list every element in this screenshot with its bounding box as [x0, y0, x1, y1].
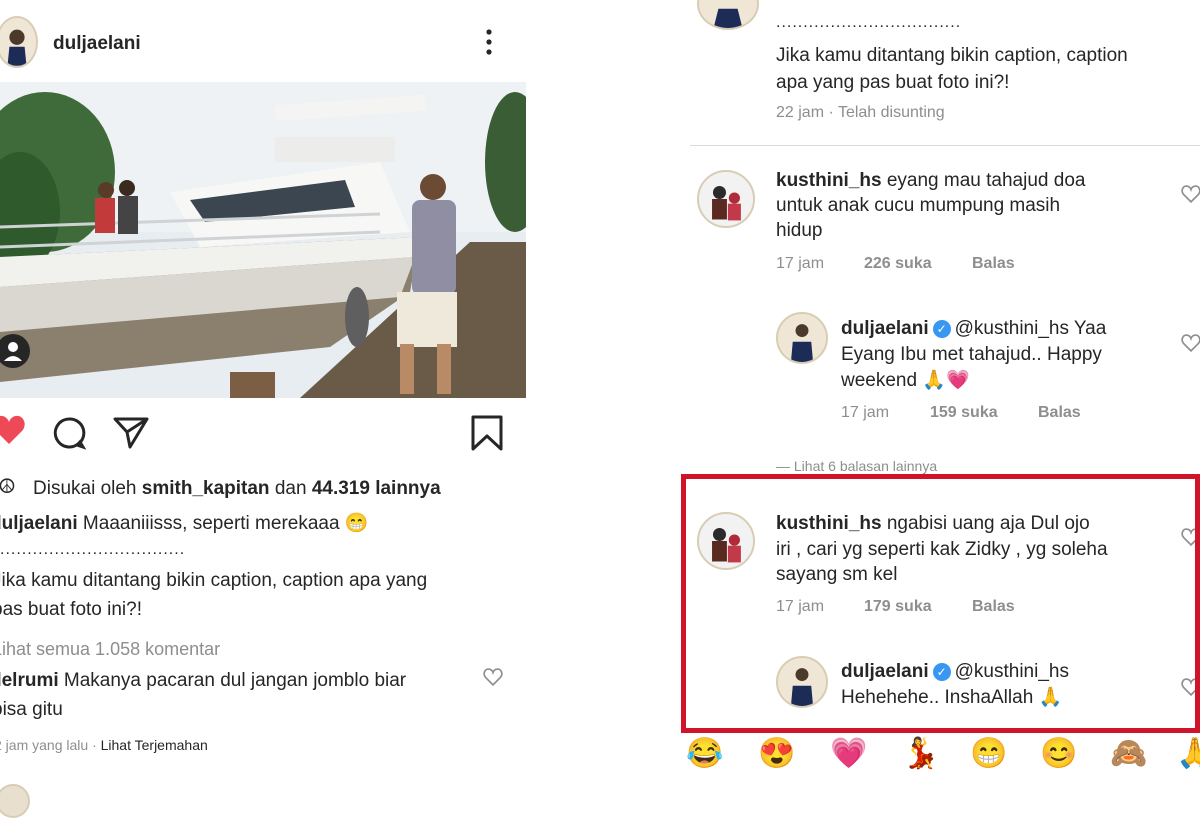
meta-separator: ·: [92, 737, 101, 753]
likes-prefix: Disukai oleh: [33, 478, 137, 499]
thread-top-dots: ..................................: [776, 14, 962, 31]
comment1-line2: untuk anak cucu mumpung masih: [776, 195, 1061, 216]
reply1-time: 17 jam: [841, 404, 890, 421]
caption-text: Maaaniiisss, seperti merekaaa 😁: [82, 513, 369, 534]
thread-divider: [690, 145, 1200, 146]
thread-top-text-line1: Jika kamu ditantang bikin caption, capti…: [776, 45, 1128, 66]
emoji-quick-bar: 😂 😍 💗 💃 😁 😊 🙈 🙏: [686, 736, 1200, 776]
thread-top-text-line2: apa yang pas buat foto ini?!: [776, 72, 1010, 93]
comment-text: Makanya pacaran dul jangan jomblo biar: [63, 670, 407, 691]
reply1-reply-button[interactable]: Balas: [1038, 404, 1081, 422]
reply1-line2: Eyang Ibu met tahajud.. Happy: [841, 344, 1102, 365]
comment1-line3: hidup: [776, 220, 823, 241]
see-translation-link[interactable]: Lihat Terjemahan: [101, 737, 208, 753]
likes-connector: dan: [274, 478, 307, 499]
view-all-comments-link[interactable]: Lihat semua 1.058 komentar: [0, 636, 220, 662]
comment1-username[interactable]: kusthini_hs: [776, 170, 882, 191]
emoji-2[interactable]: 😍: [758, 736, 795, 771]
post-username[interactable]: duljaelani: [53, 33, 141, 55]
comment1-reply-button[interactable]: Balas: [972, 255, 1015, 273]
next-comment-avatar[interactable]: [0, 784, 30, 818]
emoji-6[interactable]: 😊: [1040, 736, 1077, 771]
like-heart-icon[interactable]: [0, 414, 26, 446]
likes-summary[interactable]: Disukai oleh smith_kapitan dan 44.319 la…: [33, 476, 441, 502]
reply1-line3: weekend 🙏💗: [841, 370, 970, 391]
reply1-username[interactable]: duljaelani: [841, 318, 929, 339]
emoji-4[interactable]: 💃: [902, 736, 939, 771]
verified-badge-icon: ✓: [932, 319, 951, 338]
liked-by-avatar-icon: ☮: [0, 476, 16, 498]
emoji-5[interactable]: 😁: [970, 736, 1007, 771]
comment-like-heart-icon[interactable]: [483, 668, 503, 686]
comment1-time: 17 jam: [776, 255, 825, 272]
comment1-likes[interactable]: 226 suka: [864, 255, 932, 273]
reply1-likes[interactable]: 159 suka: [930, 404, 998, 422]
emoji-8[interactable]: 🙏: [1176, 736, 1200, 771]
thread-top-meta: 22 jam · Telah disunting: [776, 104, 945, 121]
duljaelani-reply1-avatar[interactable]: [776, 312, 828, 364]
likes-user[interactable]: smith_kapitan: [142, 478, 270, 499]
comment-text-line2: bisa gitu: [0, 699, 63, 720]
reply1-line1: duljaelani ✓ @kusthini_hs Yaa: [841, 316, 1106, 341]
emoji-1[interactable]: 😂: [686, 736, 723, 771]
share-icon[interactable]: [112, 416, 150, 450]
comment-icon[interactable]: [52, 416, 86, 450]
post-photo: [0, 82, 526, 398]
reply1-text: Yaa: [1073, 318, 1107, 339]
comment-meta: 2 jam yang lalu · Lihat Terjemahan: [0, 737, 208, 753]
emoji-7[interactable]: 🙈: [1110, 736, 1147, 771]
comment-delrumi: delrumi Makanya pacaran dul jangan jombl…: [0, 668, 406, 694]
caption-username[interactable]: duljaelani: [0, 513, 78, 534]
reply1-like-icon[interactable]: [1181, 334, 1200, 352]
comment-username[interactable]: delrumi: [0, 670, 59, 691]
caption-dots: ..................................: [0, 541, 186, 558]
save-bookmark-icon[interactable]: [470, 414, 504, 452]
post-caption: duljaelani Maaaniiisss, seperti merekaaa…: [0, 511, 368, 537]
highlight-box: [681, 474, 1200, 733]
kusthini-avatar[interactable]: [697, 170, 755, 228]
thread-top-avatar[interactable]: [697, 0, 759, 30]
emoji-3[interactable]: 💗: [830, 736, 867, 771]
comment1-like-icon[interactable]: [1181, 185, 1200, 203]
comment1-line1: kusthini_hs eyang mau tahajud doa: [776, 168, 1085, 193]
post-avatar[interactable]: [0, 16, 38, 68]
likes-others[interactable]: 44.319 lainnya: [312, 478, 441, 499]
more-options-icon[interactable]: [484, 28, 494, 56]
caption-question-line2: pas buat foto ini?!: [0, 599, 142, 620]
comment-time: 2 jam yang lalu: [0, 737, 89, 753]
comment1-text: eyang mau tahajud doa: [886, 170, 1086, 191]
reply1-mention[interactable]: @kusthini_hs: [955, 318, 1069, 339]
view-more-replies-link[interactable]: — Lihat 6 balasan lainnya: [776, 458, 937, 474]
caption-question-line1: Jika kamu ditantang bikin caption, capti…: [0, 570, 428, 591]
tag-people-icon[interactable]: [0, 334, 30, 368]
